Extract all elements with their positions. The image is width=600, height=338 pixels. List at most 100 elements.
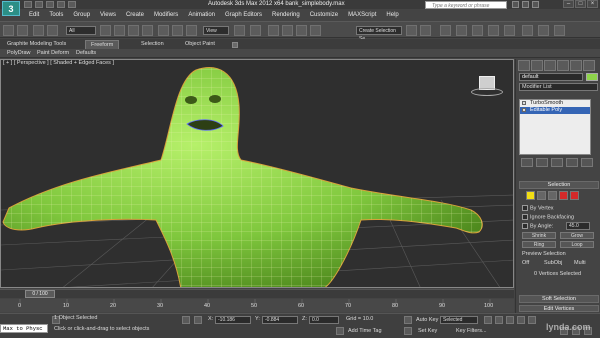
by-angle-checkbox[interactable]: By Angle: [522,223,553,229]
polygon-icon[interactable] [559,191,568,200]
time-slider[interactable]: 0 / 100 [0,289,514,298]
soft-selection-rollout-header[interactable]: Soft Selection [519,295,599,303]
time-tag-icon[interactable] [336,327,344,335]
binoculars-icon[interactable] [512,1,519,8]
help-icon[interactable] [532,1,539,8]
link-icon[interactable] [33,25,44,36]
loop-button[interactable]: Loop [560,241,594,248]
snap-toggle-icon[interactable] [268,25,279,36]
motion-tab-icon[interactable] [557,60,569,71]
pivot-center-icon[interactable] [234,25,245,36]
rendered-frame-icon[interactable] [538,25,549,36]
character-mesh[interactable] [2,67,483,288]
track-bar[interactable]: 0 10 20 30 40 50 60 70 80 90 100 [0,299,514,312]
shrink-button[interactable]: Shrink [522,232,556,239]
menu-create[interactable]: Create [121,10,149,20]
key-selection-select[interactable]: Selected [440,316,478,324]
menu-maxscript[interactable]: MAXScript [343,10,381,20]
rotate-icon[interactable] [172,25,183,36]
perspective-viewport[interactable]: [ + ] [ Perspective ] [ Shaded + Edged F… [0,59,514,288]
curve-editor-icon[interactable] [472,25,483,36]
modifier-list-dropdown[interactable]: Modifier List [519,83,598,91]
by-vertex-checkbox[interactable]: By Vertex [522,205,554,211]
scale-icon[interactable] [186,25,197,36]
element-icon[interactable] [570,191,579,200]
menu-group[interactable]: Group [68,10,95,20]
angle-spinner[interactable]: 45.0 [566,222,590,230]
ring-button[interactable]: Ring [522,241,556,248]
undo-button[interactable] [3,25,14,36]
pin-stack-icon[interactable] [521,158,533,167]
tab-object-paint[interactable]: Object Paint [185,40,215,49]
search-input[interactable]: Type a keyword or phrase [425,1,507,9]
unlink-icon[interactable] [47,25,58,36]
menu-modifiers[interactable]: Modifiers [149,10,183,20]
vertex-icon[interactable] [526,191,535,200]
preview-multi-radio[interactable]: Multi [574,260,586,266]
auto-key-button[interactable]: Auto Key [416,316,440,324]
reference-coord-select[interactable]: View [203,26,229,35]
redo-button[interactable] [17,25,28,36]
move-icon[interactable] [158,25,169,36]
tab-graphite-modeling-tools[interactable]: Graphite Modeling Tools [7,40,66,49]
modify-tab-icon[interactable] [531,60,543,71]
align-icon[interactable] [420,25,431,36]
light-bulb-icon[interactable] [522,101,526,105]
menu-animation[interactable]: Animation [183,10,220,20]
redo-icon[interactable] [68,1,76,8]
x-coordinate-field[interactable]: -10.186 [215,316,251,324]
angle-snap-icon[interactable] [282,25,293,36]
viewport-label[interactable]: [ + ] [ Perspective ] [ Shaded + Edged F… [3,60,114,66]
preview-subobj-radio[interactable]: SubObj [544,260,562,266]
go-to-end-icon[interactable] [528,316,536,324]
show-end-result-icon[interactable] [536,158,548,167]
render-setup-icon[interactable] [522,25,533,36]
display-tab-icon[interactable] [570,60,582,71]
tab-freeform[interactable]: Freeform [85,40,120,49]
edge-icon[interactable] [537,191,546,200]
stack-item-turbosmooth[interactable]: TurboSmooth [520,100,590,107]
panel-polydraw[interactable]: PolyDraw [7,49,31,58]
edit-vertices-rollout-header[interactable]: Edit Vertices [519,305,599,312]
stack-item-editable-poly[interactable]: Editable Poly [520,107,590,114]
preview-off-radio[interactable]: Off [522,260,529,266]
percent-snap-icon[interactable] [296,25,307,36]
time-slider-thumb[interactable]: 0 / 100 [25,290,55,298]
configure-sets-icon[interactable] [581,158,593,167]
ribbon-minimize-icon[interactable] [232,42,238,48]
open-file-icon[interactable] [35,1,43,8]
grow-button[interactable]: Grow [560,232,594,239]
app-logo-icon[interactable]: 3 [2,1,20,16]
close-icon[interactable]: × [587,0,598,8]
star-icon[interactable] [522,1,529,8]
undo-icon[interactable] [57,1,65,8]
lock-icon[interactable] [182,316,190,324]
set-key-icon[interactable] [404,327,412,335]
make-unique-icon[interactable] [551,158,563,167]
z-coordinate-field[interactable]: 0.0 [309,316,339,324]
utilities-tab-icon[interactable] [583,60,595,71]
panel-paint-deform[interactable]: Paint Deform [37,49,69,58]
mirror-icon[interactable] [406,25,417,36]
go-to-start-icon[interactable] [484,316,492,324]
new-file-icon[interactable] [24,1,32,8]
add-time-tag[interactable]: Add Time Tag [348,328,382,334]
select-manipulate-icon[interactable] [250,25,261,36]
schematic-view-icon[interactable] [488,25,499,36]
scene-canvas[interactable] [1,60,514,288]
previous-frame-icon[interactable] [495,316,503,324]
set-key-button[interactable]: Set Key [418,328,437,334]
layer-manager-icon[interactable] [440,25,451,36]
selection-rollout-header[interactable]: Selection [519,181,599,189]
maxscript-mini-listener[interactable]: Max to Physc [0,324,48,333]
menu-views[interactable]: Views [95,10,121,20]
save-file-icon[interactable] [46,1,54,8]
window-crossing-icon[interactable] [142,25,153,36]
selection-filter-select[interactable]: All [66,26,96,35]
border-icon[interactable] [548,191,557,200]
minimize-icon[interactable]: – [563,0,574,8]
select-by-name-icon[interactable] [114,25,125,36]
graphite-toggle-icon[interactable] [456,25,467,36]
panel-defaults[interactable]: Defaults [76,49,96,58]
menu-help[interactable]: Help [381,10,403,20]
